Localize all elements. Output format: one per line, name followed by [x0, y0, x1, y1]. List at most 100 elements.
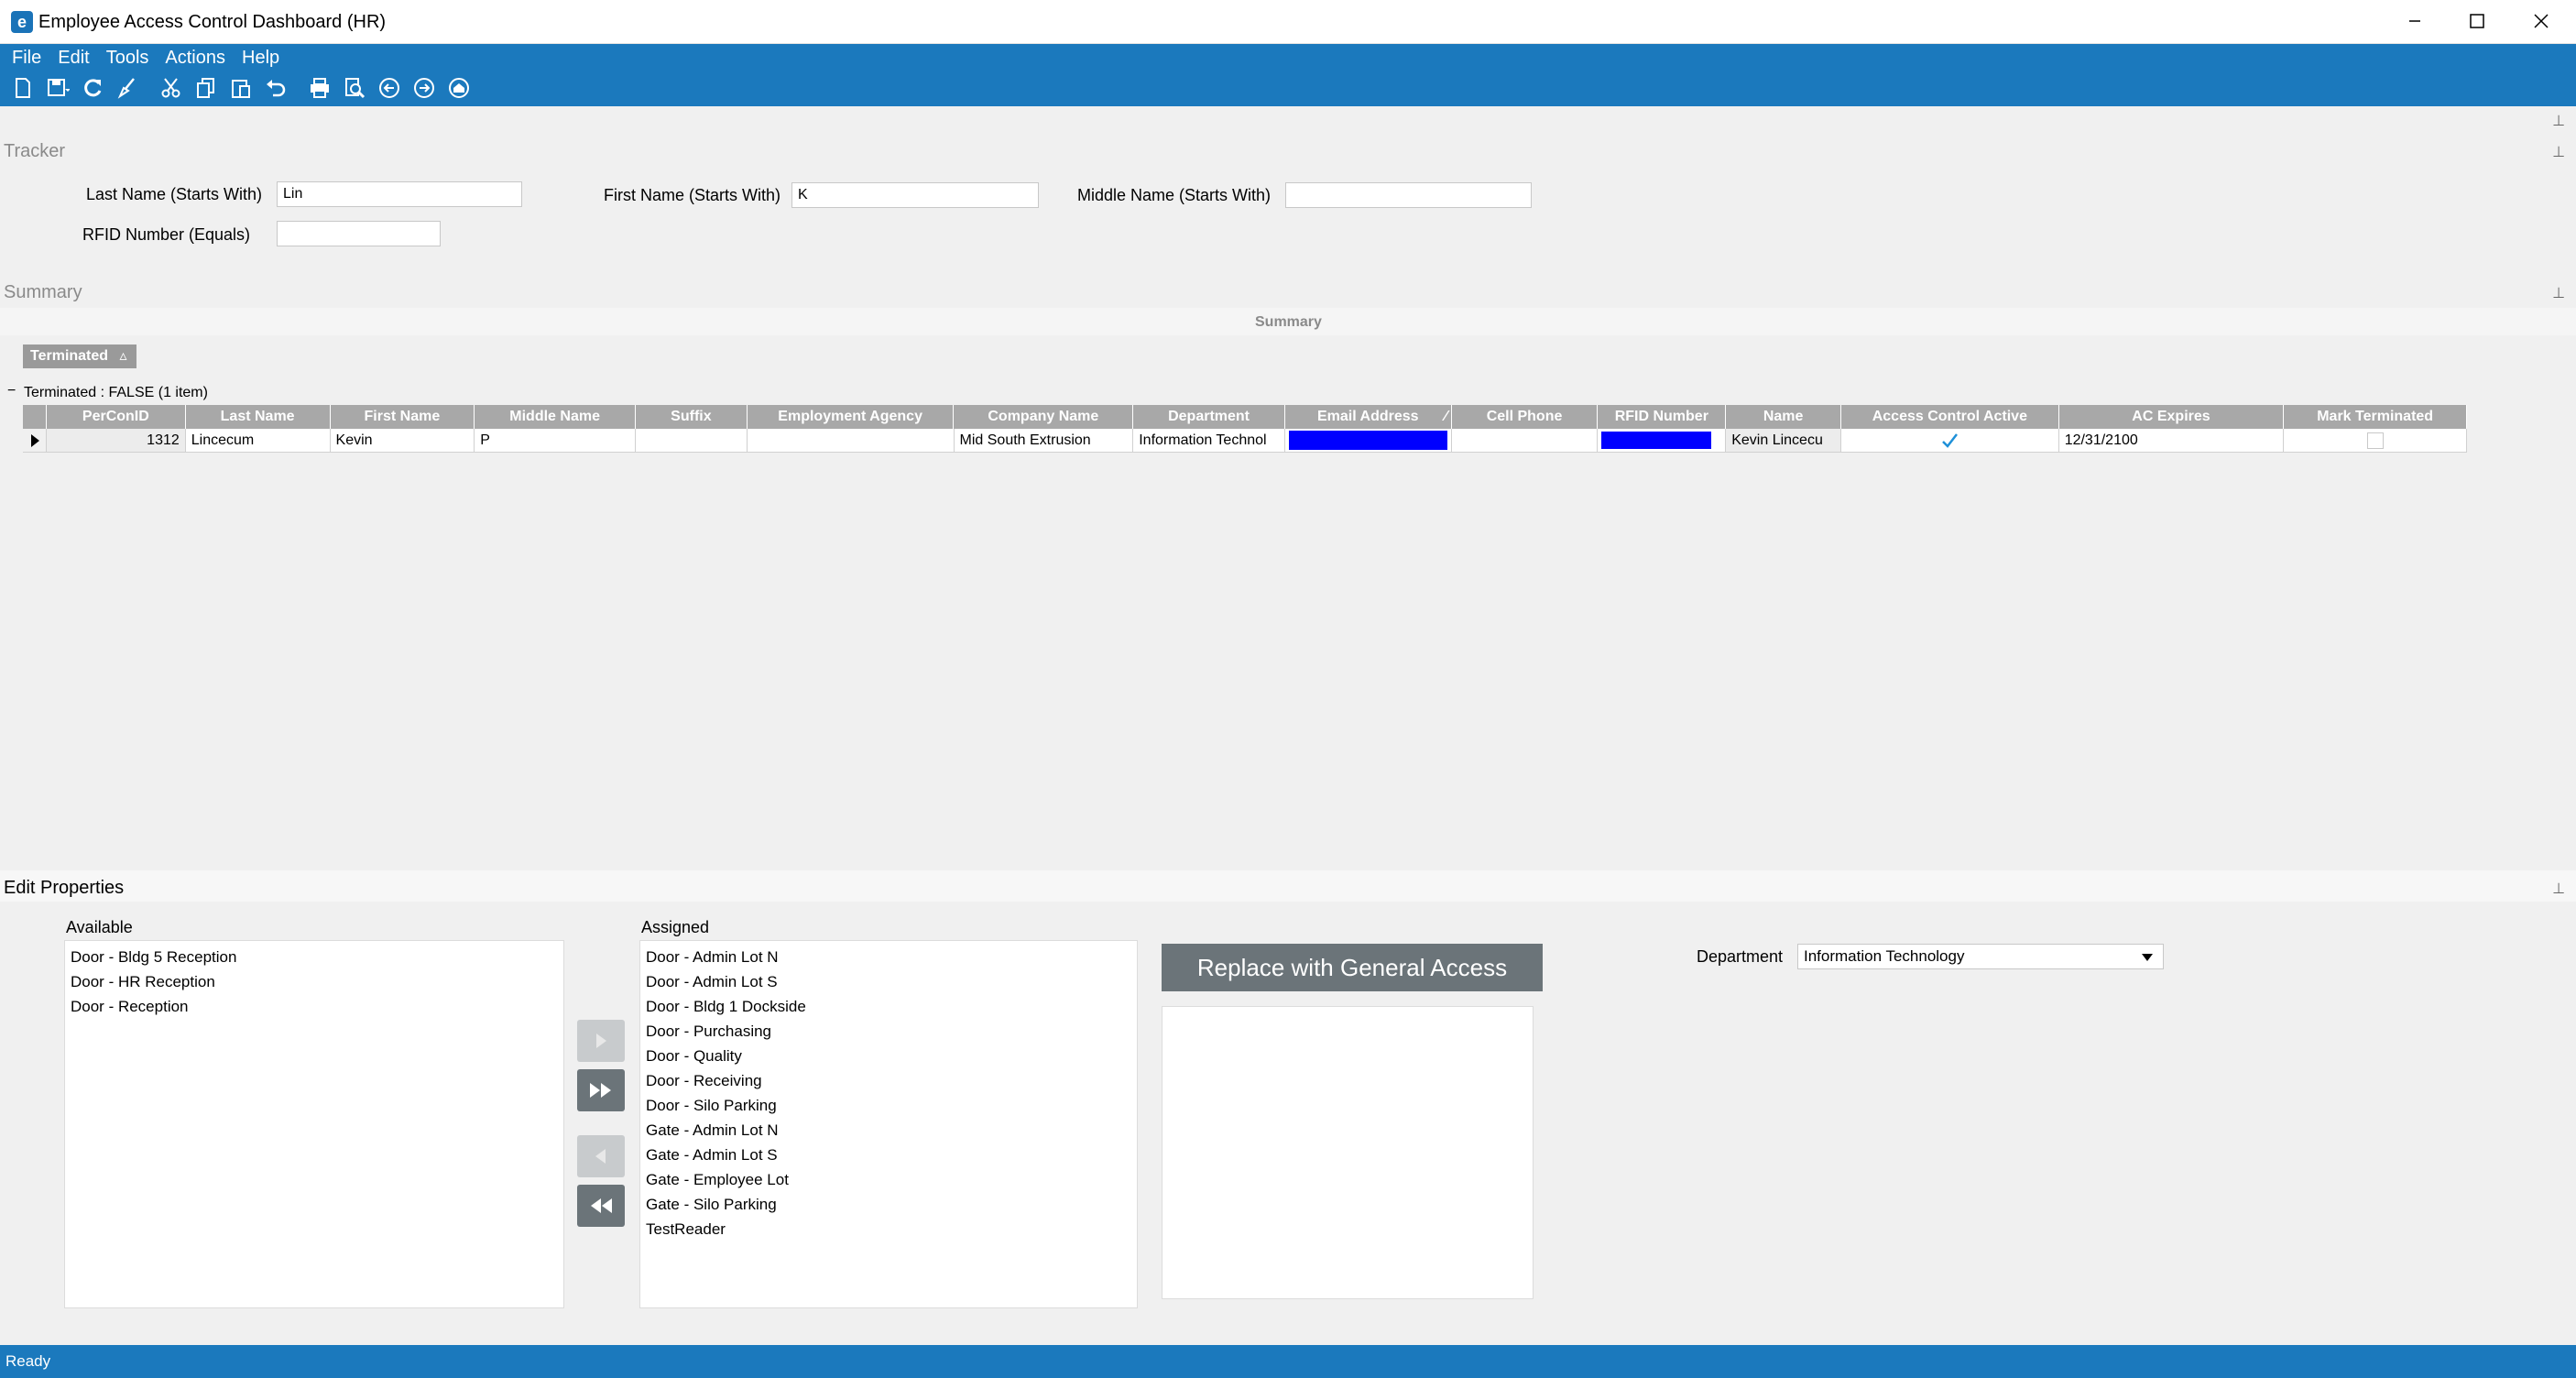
pin-icon[interactable]: ⊥ — [2552, 284, 2565, 302]
assign-one-button[interactable] — [577, 1020, 625, 1062]
replace-with-general-access-button[interactable]: Replace with General Access — [1162, 944, 1543, 991]
cell-company-name[interactable]: Mid South Extrusion — [954, 429, 1134, 453]
list-item[interactable]: Door - Quality — [640, 1044, 1137, 1068]
pin-icon[interactable]: ⊥ — [2552, 112, 2565, 130]
refresh-button[interactable] — [75, 73, 110, 103]
summary-caption: Summary — [1255, 314, 1322, 330]
cell-middle-name[interactable]: P — [475, 429, 637, 453]
col-ac-expires[interactable]: AC Expires — [2058, 405, 2285, 429]
general-access-panel — [1162, 1006, 1534, 1299]
forward-button[interactable] — [407, 73, 442, 103]
col-email-address-label: Email Address — [1317, 409, 1419, 424]
col-last-name[interactable]: Last Name — [185, 405, 331, 429]
assign-all-button[interactable] — [577, 1069, 625, 1111]
list-item[interactable]: Door - Admin Lot N — [640, 945, 1137, 969]
undo-icon — [267, 80, 286, 97]
col-mark-terminated[interactable]: Mark Terminated — [2284, 405, 2467, 429]
available-list[interactable]: Door - Bldg 5 Reception Door - HR Recept… — [64, 940, 564, 1308]
cell-cell-phone[interactable] — [1451, 429, 1599, 453]
col-rfid-number[interactable]: RFID Number — [1598, 405, 1727, 429]
cell-ac-expires[interactable]: 12/31/2100 — [2058, 429, 2285, 453]
middle-name-label: Middle Name (Starts With) — [1077, 186, 1272, 204]
cell-rfid-number[interactable] — [1598, 429, 1727, 453]
cell-mark-terminated[interactable] — [2284, 429, 2468, 453]
last-name-input[interactable]: Lin — [277, 181, 522, 207]
menu-help[interactable]: Help — [234, 45, 288, 71]
middle-name-input[interactable] — [1285, 182, 1532, 208]
maximize-button[interactable] — [2446, 0, 2508, 42]
list-item[interactable]: TestReader — [640, 1217, 1137, 1241]
list-item[interactable]: Gate - Admin Lot S — [640, 1143, 1137, 1167]
print-preview-button[interactable] — [337, 73, 372, 103]
group-by-terminated-chip[interactable]: Terminated ▵ — [23, 344, 136, 368]
col-first-name[interactable]: First Name — [330, 405, 475, 429]
rfid-input[interactable] — [277, 221, 441, 246]
cell-access-control-active[interactable] — [1841, 429, 2059, 453]
cell-email-address[interactable] — [1284, 429, 1452, 453]
list-item[interactable]: Door - Bldg 1 Dockside — [640, 994, 1137, 1019]
menu-actions[interactable]: Actions — [157, 45, 234, 71]
list-item[interactable]: Door - Bldg 5 Reception — [65, 945, 563, 969]
copy-button[interactable] — [189, 73, 224, 103]
close-button[interactable] — [2510, 0, 2572, 42]
col-company-name[interactable]: Company Name — [954, 405, 1134, 429]
save-button[interactable] — [40, 73, 75, 103]
department-select[interactable]: Information Technology — [1797, 944, 2164, 969]
table-row[interactable]: 1312 Lincecum Kevin P Mid South Extrusio… — [23, 429, 2468, 453]
play-right-icon — [596, 1034, 606, 1048]
cell-department[interactable]: Information Technol — [1133, 429, 1285, 453]
collapse-icon[interactable]: − — [7, 383, 16, 399]
cell-employment-agency[interactable] — [747, 429, 955, 453]
summary-header — [0, 277, 2576, 308]
col-perconid[interactable]: PerConID — [46, 405, 186, 429]
list-item[interactable]: Door - HR Reception — [65, 969, 563, 994]
menu-file[interactable]: File — [4, 45, 49, 71]
list-item[interactable]: Gate - Admin Lot N — [640, 1118, 1137, 1143]
refresh-icon — [84, 79, 102, 97]
fast-forward-icon — [590, 1083, 611, 1098]
menu-edit[interactable]: Edit — [49, 45, 97, 71]
col-employment-agency[interactable]: Employment Agency — [747, 405, 955, 429]
cell-perconid[interactable]: 1312 — [46, 429, 186, 453]
list-item[interactable]: Gate - Silo Parking — [640, 1192, 1137, 1217]
list-item[interactable]: Gate - Employee Lot — [640, 1167, 1137, 1192]
col-cell-phone[interactable]: Cell Phone — [1451, 405, 1599, 429]
new-button[interactable] — [5, 73, 40, 103]
cell-name[interactable]: Kevin Lincecu — [1726, 429, 1842, 453]
list-item[interactable]: Door - Admin Lot S — [640, 969, 1137, 994]
col-department[interactable]: Department — [1133, 405, 1285, 429]
col-middle-name[interactable]: Middle Name — [475, 405, 636, 429]
minimize-button[interactable] — [2384, 0, 2446, 42]
list-item[interactable]: Door - Purchasing — [640, 1019, 1137, 1044]
home-button[interactable] — [442, 73, 476, 103]
list-item[interactable]: Door - Reception — [65, 994, 563, 1019]
menu-tools[interactable]: Tools — [98, 45, 158, 71]
back-button[interactable] — [372, 73, 407, 103]
col-suffix[interactable]: Suffix — [636, 405, 748, 429]
summary-title: Summary — [4, 282, 82, 302]
undo-button[interactable] — [258, 73, 293, 103]
pin-icon[interactable]: ⊥ — [2552, 143, 2565, 161]
mark-terminated-checkbox[interactable] — [2366, 432, 2384, 449]
cell-last-name[interactable]: Lincecum — [185, 429, 331, 453]
first-name-input[interactable]: K — [791, 182, 1039, 208]
paste-button[interactable] — [224, 73, 258, 103]
menu-bar: File Edit Tools Actions Help — [4, 45, 288, 71]
row-indicator[interactable] — [23, 429, 47, 453]
cell-first-name[interactable]: Kevin — [330, 429, 475, 453]
list-item[interactable]: Door - Silo Parking — [640, 1093, 1137, 1118]
col-email-address[interactable]: Email Address ⁄ — [1284, 405, 1452, 429]
clear-button[interactable] — [110, 73, 145, 103]
edit-properties-title: Edit Properties — [4, 878, 125, 898]
rewind-icon — [591, 1198, 612, 1213]
print-button[interactable] — [302, 73, 337, 103]
col-name[interactable]: Name — [1726, 405, 1842, 429]
pin-icon[interactable]: ⊥ — [2552, 880, 2565, 898]
cell-suffix[interactable] — [636, 429, 748, 453]
list-item[interactable]: Door - Receiving — [640, 1068, 1137, 1093]
col-access-control-active[interactable]: Access Control Active — [1841, 405, 2059, 429]
cut-button[interactable] — [154, 73, 189, 103]
assigned-list[interactable]: Door - Admin Lot N Door - Admin Lot S Do… — [639, 940, 1138, 1308]
unassign-one-button[interactable] — [577, 1135, 625, 1177]
unassign-all-button[interactable] — [577, 1185, 625, 1227]
